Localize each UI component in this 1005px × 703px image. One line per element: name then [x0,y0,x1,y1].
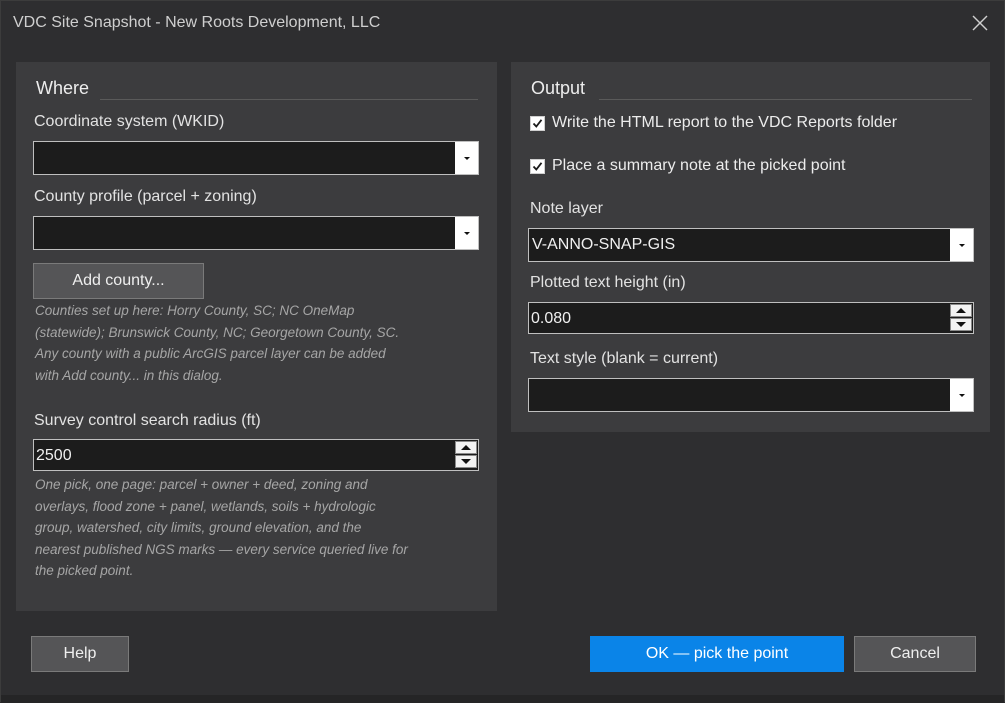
spin-up-icon[interactable] [950,304,972,317]
pick-hint-line: the picked point. [35,563,134,578]
chevron-down-icon[interactable] [950,379,973,411]
search-radius-spinner[interactable] [33,439,479,471]
help-button[interactable]: Help [31,636,129,672]
place-note-checkbox[interactable] [530,159,545,174]
place-note-checkbox-row[interactable]: Place a summary note at the picked point [530,157,960,177]
search-radius-input[interactable] [36,446,436,466]
spin-up-icon[interactable] [455,441,477,454]
text-style-label: Text style (blank = current) [530,350,719,367]
note-layer-combo[interactable]: V-ANNO-SNAP-GIS [528,228,974,262]
counties-hint-line: with Add county... in this dialog. [35,367,223,383]
county-profile-label: County profile (parcel + zoning) [34,188,257,205]
cancel-button[interactable]: Cancel [854,636,976,672]
counties-hint-line: Any county with a public ArcGIS parcel l… [35,346,386,361]
search-radius-label: Survey control search radius (ft) [34,412,261,429]
check-icon [532,119,543,128]
text-height-spinner[interactable] [528,302,974,334]
coordinate-system-combo[interactable] [33,141,479,175]
title-bar[interactable]: VDC Site Snapshot - New Roots Developmen… [1,1,1004,47]
where-title: Where [36,78,90,98]
dialog-window: VDC Site Snapshot - New Roots Developmen… [0,0,1005,703]
chevron-down-icon[interactable] [950,229,973,261]
pick-hint-line: nearest published NGS marks — every serv… [35,541,408,557]
pick-hint-line: One pick, one page: parcel + owner + dee… [35,477,368,492]
text-height-spin-buttons [950,304,972,332]
text-height-label: Plotted text height (in) [530,274,686,291]
output-title: Output [531,78,586,98]
pick-hint-line: overlays, flood zone + panel, wetlands, … [35,498,376,514]
chevron-down-icon[interactable] [455,217,478,249]
output-divider [599,99,972,100]
output-panel: Output Write the HTML report to the VDC … [511,62,990,432]
pick-hint-line: group, watershed, city limits, ground el… [35,520,362,535]
text-style-combo[interactable] [528,378,974,412]
write-html-label: Write the HTML report to the VDC Reports… [552,114,898,131]
add-county-button[interactable]: Add county... [33,263,204,299]
counties-hint-line: (statewide); Brunswick County, NC; Georg… [35,324,400,340]
text-height-input[interactable] [531,309,931,329]
window-title: VDC Site Snapshot - New Roots Developmen… [13,14,381,31]
note-layer-label: Note layer [530,200,603,217]
ok-pick-point-button[interactable]: OK — pick the point [590,636,844,672]
write-html-checkbox[interactable] [530,116,545,131]
where-divider [100,99,478,100]
close-icon[interactable] [968,11,992,35]
spin-down-icon[interactable] [950,318,972,331]
counties-hint-line: Counties set up here: Horry County, SC; … [35,303,355,318]
place-note-label: Place a summary note at the picked point [552,157,846,174]
spin-down-icon[interactable] [455,455,477,468]
coordinate-system-label: Coordinate system (WKID) [34,113,225,130]
note-layer-value: V-ANNO-SNAP-GIS [532,236,676,253]
county-profile-combo[interactable] [33,216,479,250]
write-html-checkbox-row[interactable]: Write the HTML report to the VDC Reports… [530,114,960,134]
where-panel: Where Coordinate system (WKID) County pr… [16,62,497,611]
check-icon [532,162,543,171]
search-radius-spin-buttons [455,441,477,469]
chevron-down-icon[interactable] [455,142,478,174]
